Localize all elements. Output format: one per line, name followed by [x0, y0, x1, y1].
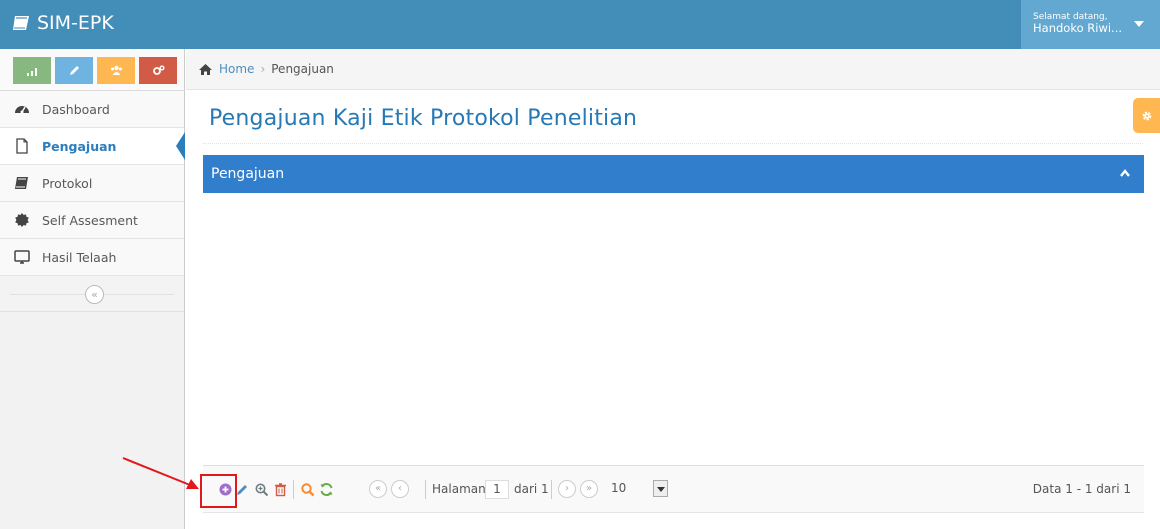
desktop-icon — [14, 250, 30, 264]
caret-down-icon — [1134, 21, 1144, 27]
pager-separator — [551, 480, 552, 499]
last-page-button[interactable]: » — [580, 480, 598, 498]
view-icon[interactable] — [254, 482, 269, 497]
home-icon — [199, 63, 212, 75]
cogs-icon — [152, 65, 164, 75]
delete-icon[interactable] — [273, 482, 288, 497]
page-size-value: 10 — [611, 481, 627, 495]
page-number-input[interactable]: 1 — [485, 480, 509, 499]
sidebar-collapse: « — [0, 276, 184, 312]
page-size-select[interactable]: 10 — [608, 480, 668, 499]
sidebar-collapse-button[interactable]: « — [85, 285, 104, 304]
annotation-arrow-icon — [122, 457, 199, 489]
sidebar-item-label: Dashboard — [42, 101, 110, 117]
record-count: Data 1 - 1 dari 1 — [1032, 482, 1131, 496]
page-title: Pengajuan Kaji Etik Protokol Penelitian — [209, 106, 638, 131]
certificate-icon — [15, 213, 29, 227]
sidebar-item-label: Self Assesment — [42, 212, 138, 228]
top-navbar: SIM-EPK Selamat datang, Handoko Riwi... — [0, 0, 1160, 49]
panel-title: Pengajuan — [211, 166, 285, 182]
user-menu[interactable]: Selamat datang, Handoko Riwi... — [1021, 0, 1160, 49]
panel-header: Pengajuan — [203, 155, 1144, 193]
book-icon — [15, 177, 28, 189]
dashboard-icon — [15, 106, 29, 114]
brand-title: SIM-EPK — [37, 12, 114, 34]
shortcut-edit[interactable] — [55, 57, 93, 84]
brand[interactable]: SIM-EPK — [12, 12, 114, 34]
sidebar-item-self-assesment[interactable]: Self Assesment — [0, 202, 184, 239]
shortcut-settings[interactable] — [139, 57, 177, 84]
sidebar-item-dashboard[interactable]: Dashboard — [0, 91, 184, 128]
pencil-icon — [69, 66, 79, 75]
dropdown-arrow-icon — [653, 480, 668, 497]
page-header: Pengajuan Kaji Etik Protokol Penelitian — [203, 97, 1143, 144]
breadcrumb: Home › Pengajuan — [186, 49, 1160, 90]
breadcrumb-separator: › — [260, 62, 266, 76]
sidebar-item-label: Protokol — [42, 175, 93, 191]
file-icon — [16, 138, 28, 154]
first-page-button[interactable]: « — [369, 480, 387, 498]
group-icon — [110, 65, 122, 75]
prev-page-button[interactable]: ‹ — [391, 480, 409, 498]
grid-pager: « ‹ Halaman 1 dari 1 › » 10 Data 1 - 1 d… — [203, 465, 1144, 513]
sidebar-item-protokol[interactable]: Protokol — [0, 165, 184, 202]
book-icon — [13, 15, 29, 30]
chevron-up-icon[interactable] — [1120, 168, 1130, 178]
signal-icon — [26, 68, 37, 76]
shortcut-stats[interactable] — [13, 57, 51, 84]
breadcrumb-current: Pengajuan — [271, 62, 334, 76]
edit-icon[interactable] — [235, 482, 250, 497]
shortcut-users[interactable] — [97, 57, 135, 84]
annotation-highlight-box — [200, 474, 237, 508]
user-name: Handoko Riwi... — [1033, 21, 1123, 35]
sidebar-item-label: Hasil Telaah — [42, 249, 117, 265]
sidebar-item-label: Pengajuan — [42, 138, 117, 154]
page-total-label: dari 1 — [514, 482, 549, 496]
page-label: Halaman — [432, 482, 486, 496]
pager-separator — [293, 480, 294, 499]
sidebar-item-pengajuan[interactable]: Pengajuan — [0, 128, 185, 165]
sidebar-shortcuts — [0, 49, 184, 91]
pager-separator — [425, 480, 426, 499]
search-icon[interactable] — [300, 482, 315, 497]
next-page-button[interactable]: › — [558, 480, 576, 498]
refresh-icon[interactable] — [319, 482, 334, 497]
sidebar-item-hasil-telaah[interactable]: Hasil Telaah — [0, 239, 184, 276]
breadcrumb-home-link[interactable]: Home — [219, 62, 254, 76]
